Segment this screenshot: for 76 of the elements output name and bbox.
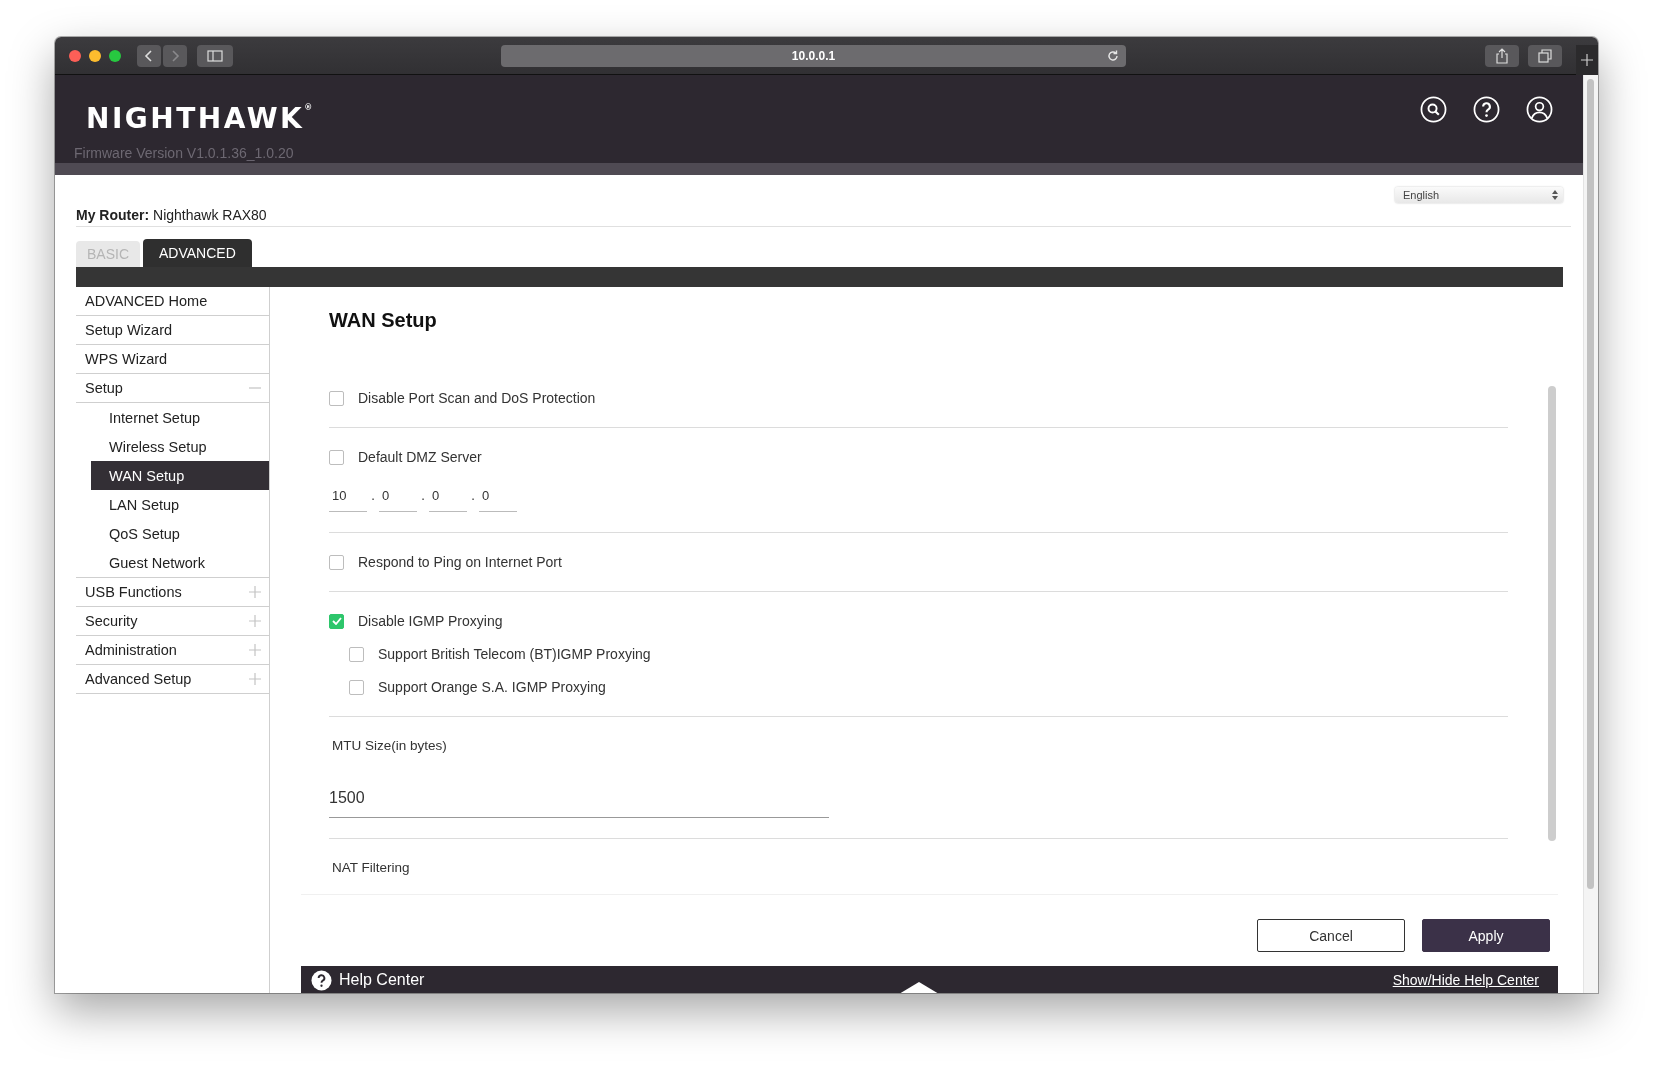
ip-octet-field[interactable]: 0 bbox=[379, 480, 417, 512]
apply-button[interactable]: Apply bbox=[1422, 919, 1550, 952]
sidebar-item[interactable]: Guest Network bbox=[91, 548, 269, 577]
checkbox-label: Respond to Ping on Internet Port bbox=[358, 554, 562, 570]
checkbox-label: Default DMZ Server bbox=[358, 449, 482, 465]
field-label: MTU Size(in bytes) bbox=[331, 737, 448, 755]
checkbox[interactable] bbox=[329, 554, 344, 570]
sidebar-item[interactable]: Advanced Setup bbox=[76, 665, 269, 694]
sidebar-item[interactable]: QoS Setup bbox=[91, 519, 269, 548]
check-icon bbox=[331, 617, 342, 625]
plus-icon[interactable] bbox=[249, 586, 261, 598]
sidebar-icon bbox=[207, 49, 223, 62]
scrollbar[interactable] bbox=[1548, 386, 1556, 841]
sidebar-item[interactable]: LAN Setup bbox=[91, 490, 269, 519]
plus-icon[interactable] bbox=[249, 615, 261, 627]
sidebar-item[interactable]: USB Functions bbox=[76, 578, 269, 607]
minimize-button[interactable] bbox=[89, 49, 101, 62]
checkbox-label: Disable Port Scan and DoS Protection bbox=[358, 390, 596, 406]
checkbox[interactable] bbox=[349, 679, 364, 695]
tab[interactable]: ADVANCED bbox=[143, 239, 252, 267]
close-button[interactable] bbox=[69, 49, 81, 62]
ip-octet-field[interactable]: 10 bbox=[329, 480, 367, 512]
ip-dot: . bbox=[420, 487, 426, 505]
url-text: 10.0.0.1 bbox=[791, 48, 836, 63]
checkbox-label: Support British Telecom (BT)IGMP Proxying bbox=[378, 646, 651, 662]
zoom-button[interactable] bbox=[109, 49, 121, 62]
firmware-version: Firmware Version V1.0.1.36_1.0.20 bbox=[74, 144, 295, 162]
new-tab-button[interactable] bbox=[1576, 45, 1598, 75]
plus-icon[interactable] bbox=[249, 673, 261, 685]
ip-dot: . bbox=[470, 487, 476, 505]
checkbox[interactable] bbox=[329, 390, 344, 406]
tabs-button[interactable] bbox=[1528, 44, 1562, 67]
show-hide-help-link[interactable]: Show/Hide Help Center bbox=[1392, 972, 1539, 988]
mtu-field[interactable]: 1500 bbox=[329, 771, 829, 818]
up-down-arrows-icon bbox=[1552, 190, 1558, 200]
brand-logo: NIGHTHAWK$^{®}$ bbox=[86, 101, 313, 136]
help-icon[interactable] bbox=[1473, 96, 1500, 123]
checkbox[interactable] bbox=[349, 646, 364, 662]
scrollbar[interactable] bbox=[1587, 79, 1594, 889]
plus-icon bbox=[1581, 54, 1593, 66]
checkbox-label: Disable IGMP Proxying bbox=[358, 613, 503, 629]
sidebar-item[interactable]: Administration bbox=[76, 636, 269, 665]
chevron-left-icon bbox=[144, 48, 154, 63]
forward-button[interactable] bbox=[163, 44, 187, 67]
router-name: My Router: Nighthawk RAX80 bbox=[76, 207, 267, 223]
sidebar-item[interactable]: ADVANCED Home bbox=[76, 287, 269, 316]
sidebar-button[interactable] bbox=[197, 44, 233, 67]
share-button[interactable] bbox=[1485, 44, 1519, 67]
chevron-right-icon bbox=[170, 48, 180, 63]
sidebar-item[interactable]: Internet Setup bbox=[91, 403, 269, 432]
sidebar-item[interactable]: Setup Wizard bbox=[76, 316, 269, 345]
tabs-icon bbox=[1538, 48, 1552, 63]
expand-arrow-icon[interactable] bbox=[899, 980, 939, 993]
ip-octet-field[interactable]: 0 bbox=[429, 480, 467, 512]
sidebar-item[interactable]: WPS Wizard bbox=[76, 345, 269, 374]
checkbox[interactable] bbox=[329, 449, 344, 465]
section-label: NAT Filtering bbox=[331, 859, 411, 877]
plus-icon[interactable] bbox=[249, 644, 261, 656]
sidebar-item[interactable]: Security bbox=[76, 607, 269, 636]
share-icon bbox=[1495, 47, 1509, 64]
language-select[interactable]: English bbox=[1395, 187, 1563, 203]
checkbox-label: Support Orange S.A. IGMP Proxying bbox=[378, 679, 606, 695]
checkbox[interactable] bbox=[329, 613, 344, 629]
search-icon[interactable] bbox=[1420, 96, 1447, 123]
help-title: Help Center bbox=[339, 971, 425, 989]
sidebar-item[interactable]: Setup bbox=[76, 374, 269, 403]
cancel-button[interactable]: Cancel bbox=[1257, 919, 1405, 952]
reload-icon[interactable] bbox=[1106, 48, 1120, 63]
sidebar-item[interactable]: WAN Setup bbox=[91, 461, 269, 490]
back-button[interactable] bbox=[137, 44, 161, 67]
address-bar[interactable]: 10.0.0.1 bbox=[501, 44, 1126, 67]
ip-octet-field[interactable]: 0 bbox=[479, 480, 517, 512]
user-icon[interactable] bbox=[1526, 96, 1553, 123]
ip-dot: . bbox=[370, 487, 376, 505]
page-title: WAN Setup bbox=[328, 308, 438, 333]
sidebar-item[interactable]: Wireless Setup bbox=[91, 432, 269, 461]
